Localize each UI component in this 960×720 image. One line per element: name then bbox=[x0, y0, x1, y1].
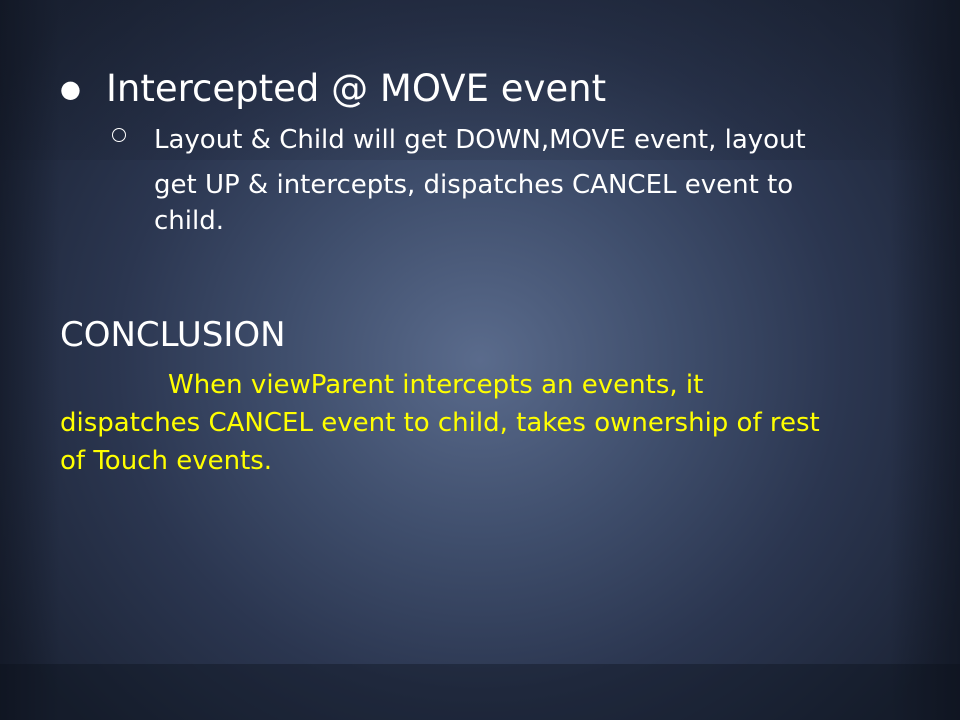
sub-bullet-text: Layout & Child will get DOWN,MOVE event,… bbox=[154, 120, 894, 238]
bullet-dot-icon: ● bbox=[60, 75, 81, 103]
sub-bullet-line-1: Layout & Child will get DOWN,MOVE event,… bbox=[154, 125, 806, 155]
conclusion-line-2: dispatches CANCEL event to child, takes … bbox=[60, 408, 820, 438]
conclusion-line-1: When viewParent intercepts an events, it bbox=[60, 366, 920, 404]
main-bullet: ● Intercepted @ MOVE event bbox=[60, 66, 920, 112]
main-bullet-text: Intercepted @ MOVE event bbox=[106, 67, 607, 110]
bottom-band bbox=[0, 664, 960, 720]
conclusion-heading: CONCLUSION bbox=[60, 315, 286, 355]
sub-bullet-line-2: get UP & intercepts, dispatches CANCEL e… bbox=[154, 170, 794, 200]
sub-bullet: Layout & Child will get DOWN,MOVE event,… bbox=[112, 120, 892, 238]
slide: ● Intercepted @ MOVE event Layout & Child… bbox=[0, 0, 960, 720]
conclusion-text: When viewParent intercepts an events, it… bbox=[60, 366, 920, 480]
hollow-circle-bullet-icon bbox=[112, 128, 126, 142]
conclusion-line-3: of Touch events. bbox=[60, 446, 273, 476]
left-curtain bbox=[0, 0, 60, 720]
conclusion-line-1-text: When viewParent intercepts an events, it bbox=[168, 370, 704, 400]
